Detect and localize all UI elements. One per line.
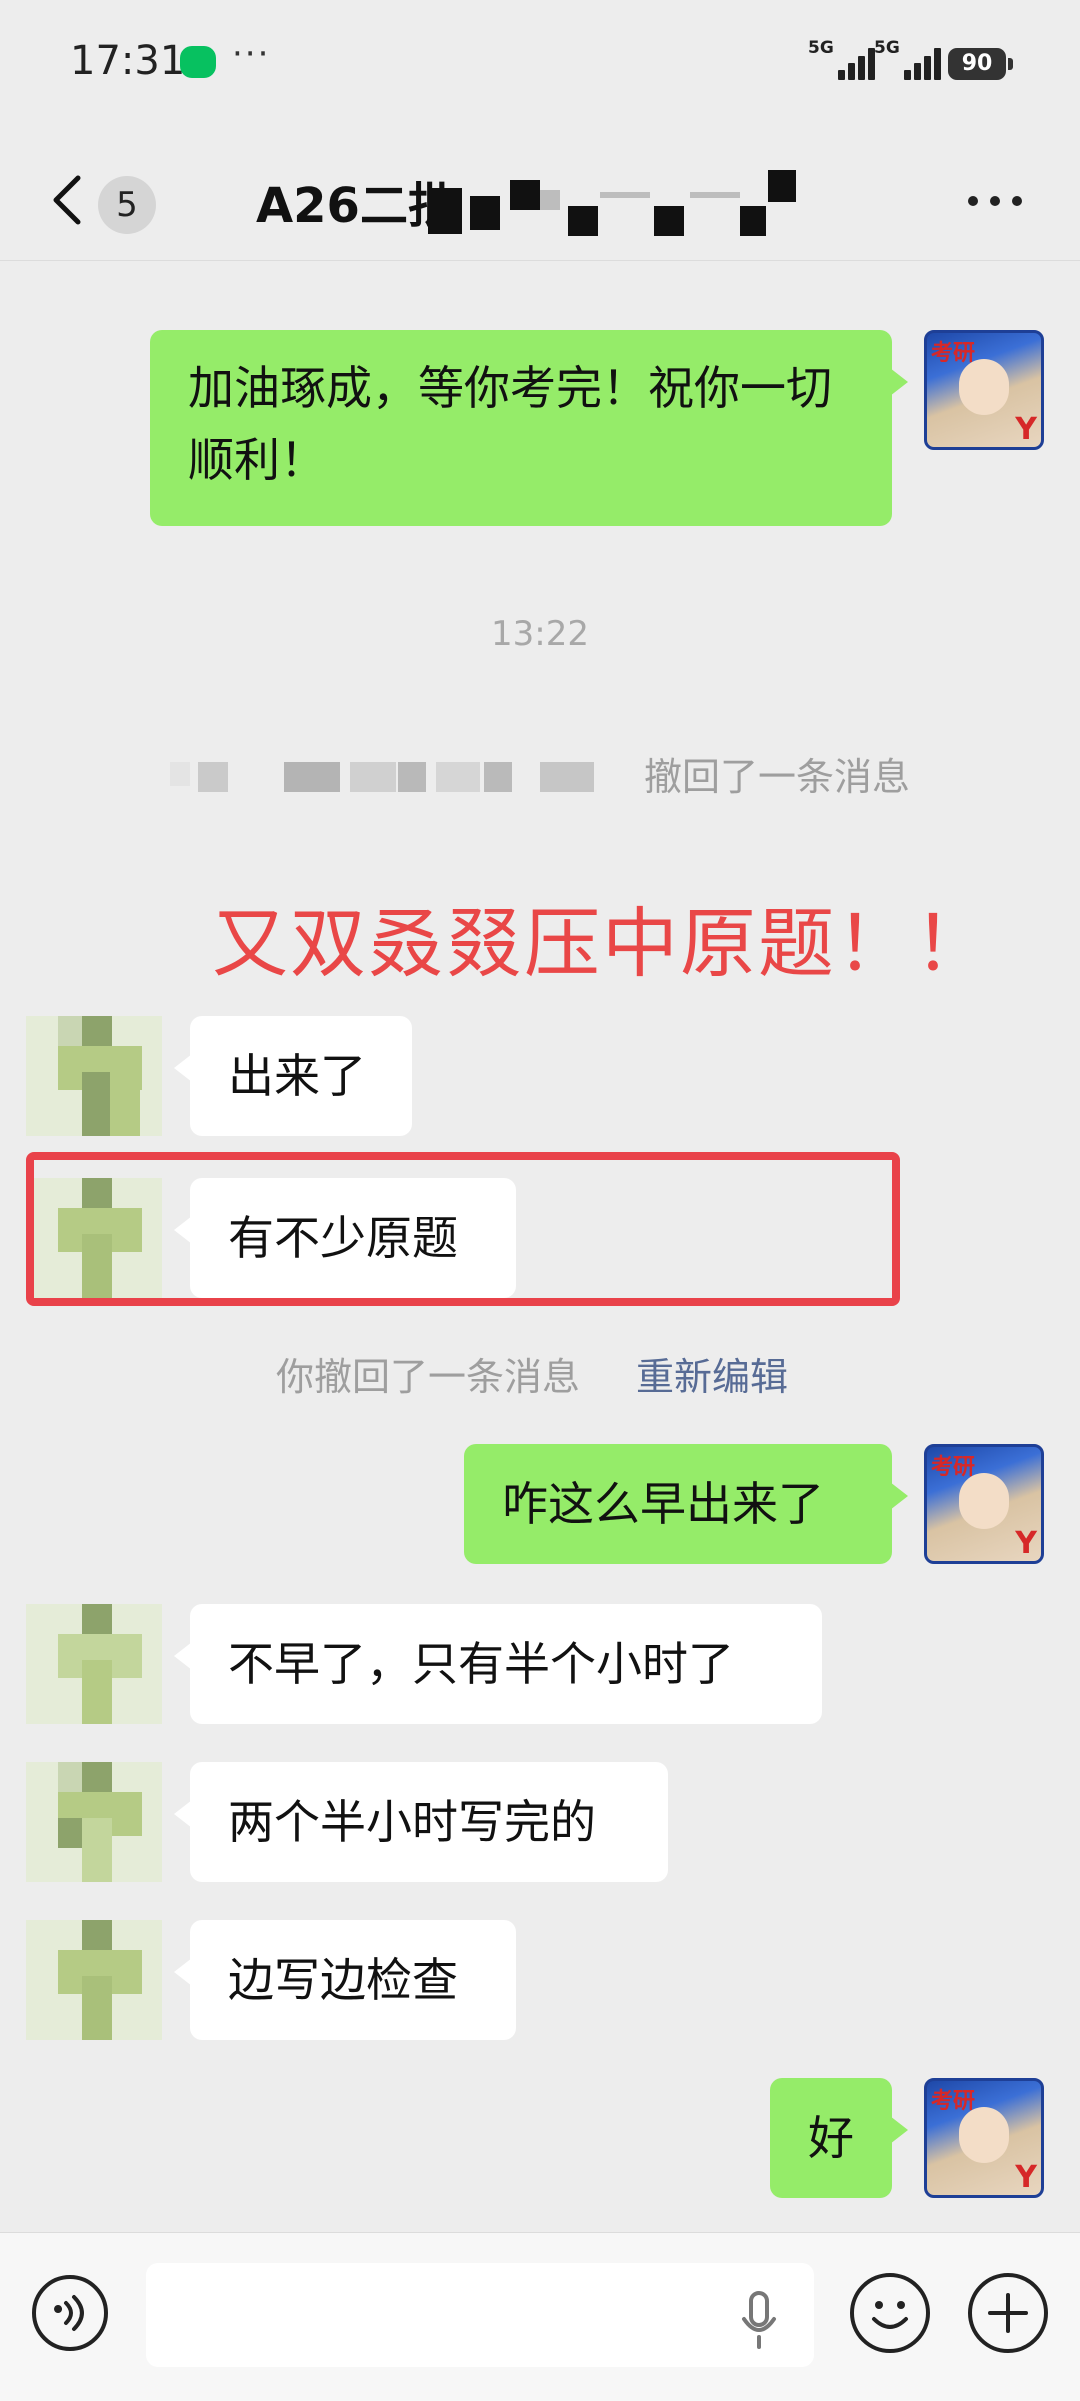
contact-avatar[interactable] — [26, 1762, 162, 1882]
avatar-face — [959, 2107, 1009, 2163]
unread-count-badge[interactable]: 5 — [98, 176, 156, 234]
signal-label: 5G — [808, 38, 834, 58]
redaction-mosaic — [428, 188, 462, 234]
highlight-box — [26, 1152, 900, 1306]
redaction-mosaic — [510, 180, 540, 210]
status-more-indicator: ··· — [232, 34, 271, 74]
redaction-mosaic — [740, 206, 766, 236]
plus-icon[interactable] — [968, 2273, 1048, 2353]
avatar-mark-text: Y — [1015, 2160, 1037, 2195]
chevron-left-icon[interactable] — [48, 170, 88, 230]
message-bubble-outgoing[interactable]: 咋这么早出来了 — [464, 1444, 908, 1564]
contact-avatar[interactable] — [26, 1920, 162, 2040]
signal-icon: 5G — [874, 38, 944, 80]
redaction-mosaic — [540, 762, 594, 792]
status-time: 17:31 — [70, 38, 186, 84]
redaction-mosaic — [284, 762, 340, 792]
redaction-mosaic — [350, 762, 396, 792]
message-notification-icon — [180, 46, 216, 78]
redaction-mosaic — [484, 762, 512, 792]
avatar-mark-text: Y — [1015, 412, 1037, 447]
redaction-mosaic — [654, 206, 684, 236]
time-divider: 13:22 — [491, 614, 589, 654]
chat-title: A26二批 — [256, 178, 456, 234]
redaction-mosaic — [470, 196, 500, 230]
redaction-mosaic — [540, 190, 560, 210]
avatar-tag-text: 考研 — [931, 341, 976, 366]
status-bar: 17:31 ··· 5G 5G 90 — [0, 0, 1080, 120]
reedit-link[interactable]: 重新编辑 — [636, 1346, 788, 1401]
battery-icon: 90 — [948, 48, 1006, 80]
avatar-tag-text: 考研 — [931, 2089, 976, 2114]
avatar-tag-text: 考研 — [931, 1455, 976, 1480]
redaction-mosaic — [170, 762, 190, 786]
chat-input-bar — [0, 2232, 1080, 2401]
message-bubble-incoming[interactable]: 两个半小时写完的 — [174, 1762, 668, 1882]
recall-notice-self: 你撤回了一条消息 — [276, 1355, 581, 1399]
redaction-mosaic — [568, 206, 598, 236]
recall-notice: 撤回了一条消息 — [644, 755, 911, 799]
redaction-mosaic — [436, 762, 480, 792]
message-bubble-incoming[interactable]: 不早了，只有半个小时了 — [174, 1604, 822, 1724]
signal-label: 5G — [874, 38, 900, 58]
message-bubble-outgoing[interactable]: 加油琢成，等你考完！祝你一切顺利！ — [150, 330, 908, 526]
avatar-face — [959, 1473, 1009, 1529]
avatar-mark-text: Y — [1015, 1526, 1037, 1561]
microphone-icon[interactable] — [740, 2291, 778, 2351]
redaction-mosaic — [198, 762, 228, 792]
ellipsis-icon[interactable] — [968, 196, 1028, 210]
emoji-icon[interactable] — [850, 2273, 930, 2353]
message-bubble-outgoing[interactable]: 好 — [770, 2078, 908, 2198]
my-avatar[interactable]: 考研 Y — [924, 330, 1044, 450]
message-bubble-incoming[interactable]: 出来了 — [174, 1016, 412, 1136]
avatar-face — [959, 359, 1009, 415]
redaction-mosaic — [398, 762, 426, 792]
my-avatar[interactable]: 考研 Y — [924, 2078, 1044, 2198]
voice-icon[interactable] — [32, 2275, 108, 2351]
signal-icon: 5G — [808, 38, 878, 80]
contact-avatar[interactable] — [26, 1016, 162, 1136]
my-avatar[interactable]: 考研 Y — [924, 1444, 1044, 1564]
redaction-mosaic — [690, 192, 740, 198]
battery-tip — [1008, 58, 1013, 70]
message-input[interactable] — [146, 2263, 814, 2367]
message-bubble-incoming[interactable]: 边写边检查 — [174, 1920, 516, 2040]
annotation-text: 又双叒叕压中原题！！ — [212, 899, 992, 988]
redaction-mosaic — [768, 170, 796, 202]
redaction-mosaic — [600, 192, 650, 198]
contact-avatar[interactable] — [26, 1604, 162, 1724]
chat-header: 5 A26二批 — [0, 140, 1080, 261]
